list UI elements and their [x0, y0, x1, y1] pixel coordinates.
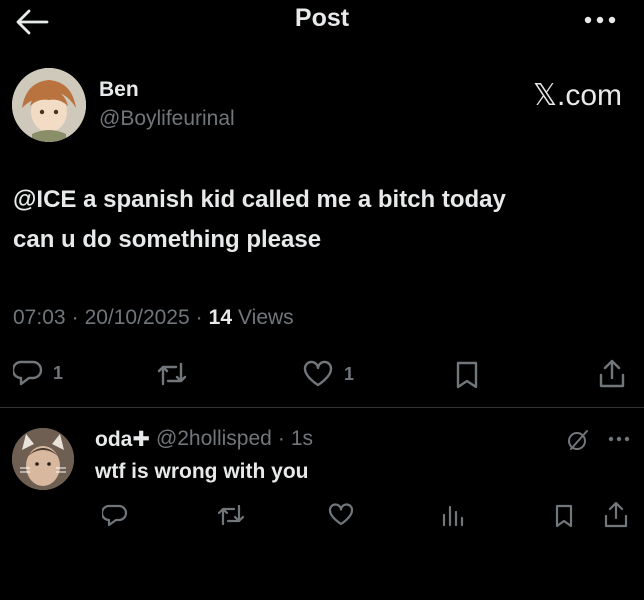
separator: · — [277, 427, 285, 450]
analytics-icon — [442, 505, 464, 527]
post-time: 07:03 — [13, 306, 66, 329]
reply-views-button[interactable] — [440, 503, 464, 527]
divider — [0, 407, 644, 408]
reply-time: 1s — [290, 427, 314, 450]
share-button[interactable] — [597, 358, 627, 390]
bookmark-button[interactable] — [453, 360, 481, 390]
reply-retweet-button[interactable] — [216, 503, 246, 527]
reply-more-button[interactable] — [607, 434, 633, 444]
share-icon — [599, 359, 625, 388]
post-text-line-2: can u do something please — [13, 226, 322, 253]
retweet-icon — [157, 362, 187, 386]
reply-text: wtf is wrong with you — [95, 460, 309, 483]
heart-icon — [328, 503, 354, 526]
post-text-line-1: @ICE a spanish kid called me a bitch tod… — [13, 186, 506, 213]
like-button[interactable]: 1 — [302, 360, 354, 388]
separator: · — [195, 306, 203, 329]
separator: · — [71, 306, 79, 329]
heart-icon — [303, 360, 333, 387]
bookmark-icon — [456, 361, 478, 389]
post-metadata: 07:03 · 20/10/2025 · 14 Views — [13, 306, 294, 330]
reply-icon — [102, 504, 128, 527]
reply-count: 1 — [53, 362, 64, 383]
reply-icon — [13, 360, 43, 386]
more-horizontal-icon — [584, 16, 616, 24]
page-title: Post — [294, 4, 350, 32]
reply-bookmark-button[interactable] — [553, 503, 575, 529]
reply-button[interactable]: 1 — [13, 359, 63, 387]
post-date: 20/10/2025 — [84, 306, 190, 329]
bookmark-icon — [555, 504, 573, 528]
grok-icon — [568, 430, 588, 450]
views-label: Views — [238, 306, 294, 329]
reply-author-name[interactable]: oda✚ — [95, 427, 150, 452]
more-options-button[interactable] — [582, 10, 622, 30]
author-handle[interactable]: @Boylifeurinal — [99, 107, 235, 131]
reply-avatar[interactable] — [12, 428, 74, 490]
reply-header: oda✚ @2hollisped · 1s — [95, 427, 313, 452]
more-horizontal-icon — [608, 436, 630, 442]
reply-share-button[interactable] — [603, 501, 629, 529]
reply-reply-button[interactable] — [102, 503, 128, 527]
avatar[interactable] — [12, 68, 86, 142]
views-count: 14 — [208, 306, 233, 329]
x-com-watermark: 𝕏.com — [532, 79, 622, 112]
reply-author-handle[interactable]: @2hollisped — [156, 427, 272, 452]
retweet-icon — [217, 504, 245, 526]
share-icon — [604, 501, 628, 528]
like-count: 1 — [344, 363, 355, 384]
grok-button[interactable] — [566, 428, 590, 452]
retweet-button[interactable] — [155, 360, 189, 388]
author-name[interactable]: Ben — [99, 78, 139, 102]
reply-like-button[interactable] — [327, 503, 355, 527]
